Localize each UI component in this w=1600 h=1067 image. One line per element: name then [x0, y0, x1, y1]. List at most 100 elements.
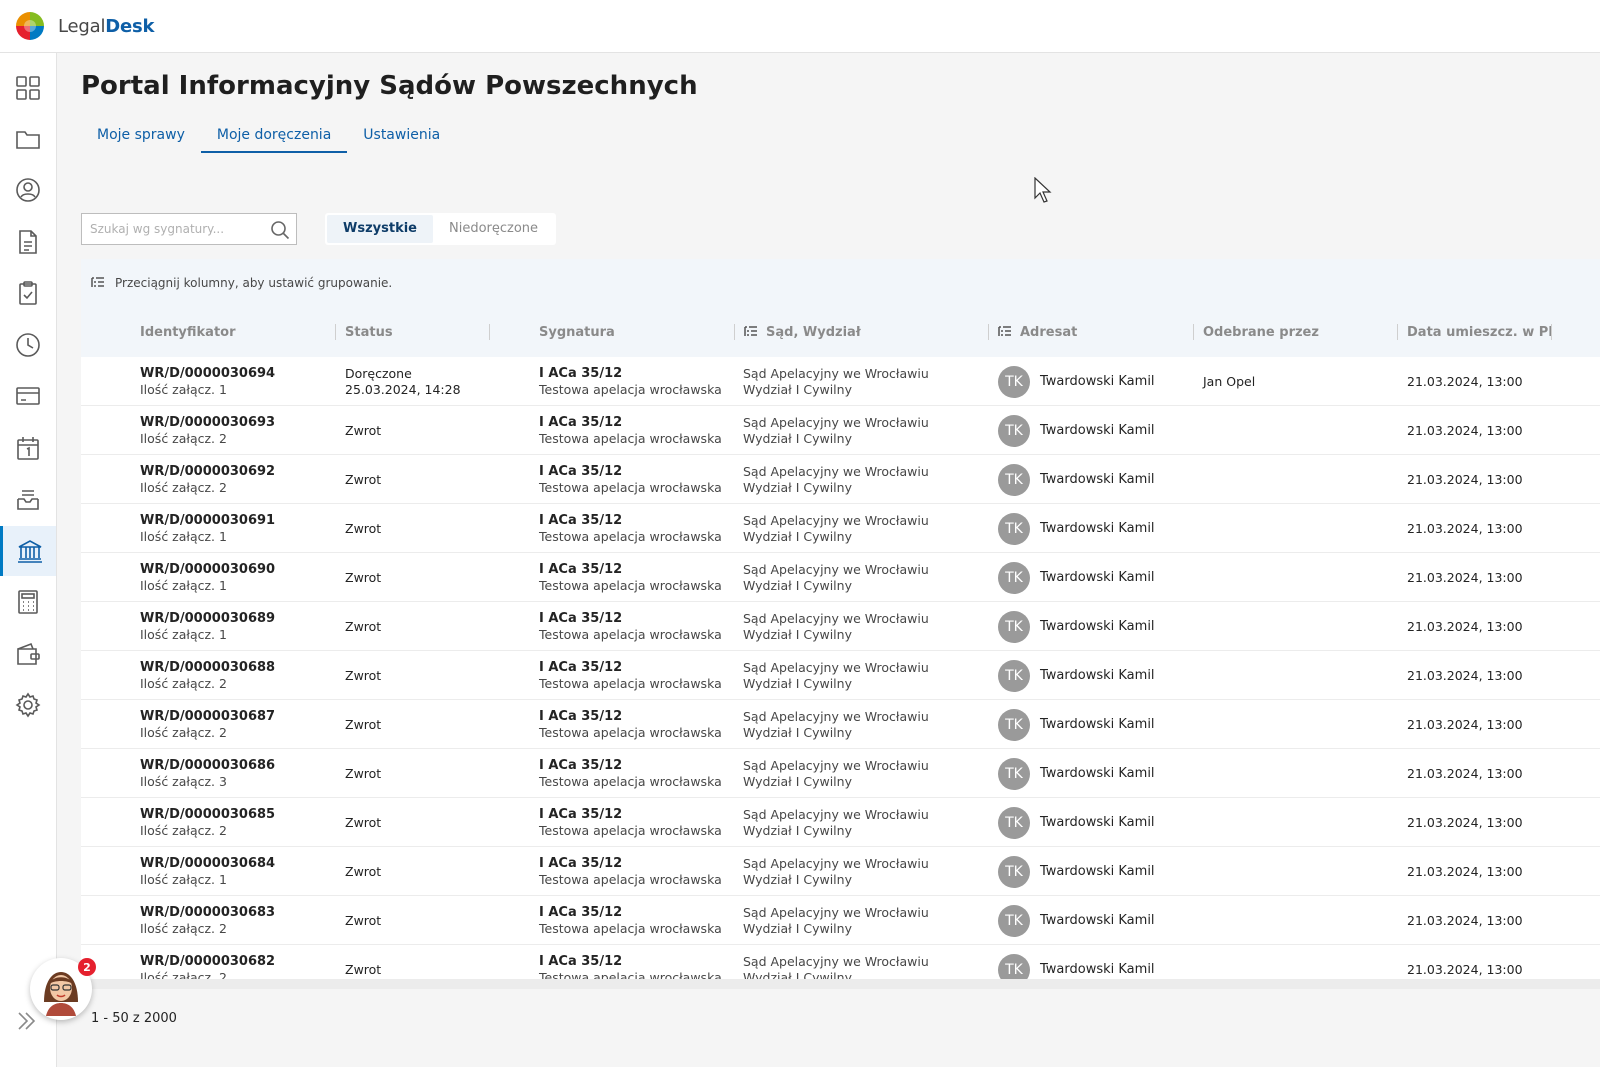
attachment-count: Ilość załącz. 2: [140, 920, 227, 936]
document-icon[interactable]: [0, 217, 56, 267]
dashboard-icon[interactable]: [0, 63, 56, 113]
table-row[interactable]: WR/D/0000030689 Ilość załącz. 1 Zwrot I ACa…: [81, 602, 1600, 651]
column-resize-handle[interactable]: [1397, 324, 1398, 340]
delivery-id[interactable]: WR/D/0000030687: [140, 709, 275, 725]
table-row[interactable]: WR/D/0000030693 Ilość załącz. 2 Zwrot I ACa…: [81, 406, 1600, 455]
cell-signature: I ACa 35/12 Testowa apelacja wrocławska: [539, 700, 722, 749]
column-resize-handle[interactable]: [1193, 324, 1194, 340]
delivery-id[interactable]: WR/D/0000030684: [140, 856, 275, 872]
grouped-column-icon: [998, 325, 1012, 339]
delivery-id[interactable]: WR/D/0000030694: [140, 366, 275, 382]
calculator-icon[interactable]: [0, 577, 56, 627]
grouped-column-icon: [744, 325, 758, 339]
cell-identifier: WR/D/0000030687 Ilość załącz. 2: [140, 700, 275, 749]
court-name: Sąd Apelacyjny we Wrocławiu: [743, 561, 929, 577]
column-header-received-by[interactable]: Odebrane przez: [1203, 307, 1319, 357]
cell-status: Zwrot: [345, 553, 381, 602]
column-resize-handle[interactable]: [489, 324, 490, 340]
avatar: TK: [998, 953, 1030, 979]
delivery-id[interactable]: WR/D/0000030682: [140, 954, 275, 970]
case-description: Testowa apelacja wrocławska: [539, 430, 722, 446]
delivery-id[interactable]: WR/D/0000030683: [140, 905, 275, 921]
column-header-signature[interactable]: Sygnatura: [539, 307, 615, 357]
court-department: Wydział I Cywilny: [743, 479, 852, 495]
delivery-id[interactable]: WR/D/0000030688: [140, 660, 275, 676]
grouping-panel[interactable]: Przeciągnij kolumny, aby ustawić grupowa…: [81, 259, 1600, 307]
filter-all-button[interactable]: Wszystkie: [327, 215, 433, 243]
inbox-icon[interactable]: [0, 474, 56, 524]
delivery-id[interactable]: WR/D/0000030685: [140, 807, 275, 823]
pager-info: 1 - 50 z 2000: [91, 1011, 177, 1026]
attachment-count: Ilość załącz. 2: [140, 822, 227, 838]
column-resize-handle[interactable]: [1551, 324, 1552, 340]
table-row[interactable]: WR/D/0000030692 Ilość załącz. 2 Zwrot I ACa…: [81, 455, 1600, 504]
column-header-id[interactable]: Identyfikator: [140, 307, 236, 357]
attachment-count: Ilość załącz. 1: [140, 577, 227, 593]
calendar-icon[interactable]: [0, 423, 56, 473]
tasks-icon[interactable]: [0, 268, 56, 318]
delivery-id[interactable]: WR/D/0000030692: [140, 464, 275, 480]
court-name: Sąd Apelacyjny we Wrocławiu: [743, 708, 929, 724]
search-icon[interactable]: [270, 220, 290, 240]
scroll-arrows-icon[interactable]: [521, 982, 529, 986]
deliveries-grid: Przeciągnij kolumny, aby ustawić grupowa…: [81, 259, 1600, 979]
folder-icon[interactable]: [0, 114, 56, 164]
clock-icon[interactable]: [0, 320, 56, 370]
avatar: TK: [998, 708, 1030, 741]
delivery-id[interactable]: WR/D/0000030690: [140, 562, 275, 578]
billing-card-icon[interactable]: [0, 371, 56, 421]
table-row[interactable]: WR/D/0000030694 Ilość załącz. 1 Doręczone 2…: [81, 357, 1600, 406]
posted-date: 21.03.2024, 13:00: [1407, 912, 1523, 928]
delivery-id[interactable]: WR/D/0000030686: [140, 758, 275, 774]
delivery-id[interactable]: WR/D/0000030689: [140, 611, 275, 627]
contacts-icon[interactable]: [0, 165, 56, 215]
settings-icon[interactable]: [0, 680, 56, 730]
search-input[interactable]: [82, 214, 262, 244]
cell-identifier: WR/D/0000030682 Ilość załącz. 2: [140, 945, 275, 980]
column-header-status[interactable]: Status: [345, 307, 393, 357]
cell-signature: I ACa 35/12 Testowa apelacja wrocławska: [539, 406, 722, 455]
assistant-avatar-button[interactable]: 2: [30, 958, 96, 1020]
cell-signature: I ACa 35/12 Testowa apelacja wrocławska: [539, 749, 722, 798]
table-row[interactable]: WR/D/0000030683 Ilość załącz. 2 Zwrot I ACa…: [81, 896, 1600, 945]
column-resize-handle[interactable]: [335, 324, 336, 340]
cell-addressee: TK Twardowski Kamil: [998, 406, 1155, 455]
avatar: TK: [998, 365, 1030, 398]
cell-identifier: WR/D/0000030688 Ilość załącz. 2: [140, 651, 275, 700]
posted-date: 21.03.2024, 13:00: [1407, 961, 1523, 977]
status-text: Zwrot: [345, 569, 382, 585]
table-row[interactable]: WR/D/0000030685 Ilość załącz. 2 Zwrot I ACa…: [81, 798, 1600, 847]
table-row[interactable]: WR/D/0000030690 Ilość załącz. 1 Zwrot I ACa…: [81, 553, 1600, 602]
table-row[interactable]: WR/D/0000030687 Ilość załącz. 2 Zwrot I ACa…: [81, 700, 1600, 749]
column-header-addressee[interactable]: Adresat: [998, 307, 1077, 357]
column-resize-handle[interactable]: [734, 324, 735, 340]
posted-date: 21.03.2024, 13:00: [1407, 814, 1523, 830]
table-row[interactable]: WR/D/0000030684 Ilość załącz. 1 Zwrot I ACa…: [81, 847, 1600, 896]
cell-court: Sąd Apelacyjny we Wrocławiu Wydział I Cyw…: [743, 357, 929, 406]
table-row[interactable]: WR/D/0000030688 Ilość załącz. 2 Zwrot I ACa…: [81, 651, 1600, 700]
court-name: Sąd Apelacyjny we Wrocławiu: [743, 610, 929, 626]
table-row[interactable]: WR/D/0000030691 Ilość załącz. 1 Zwrot I ACa…: [81, 504, 1600, 553]
tab-my-cases[interactable]: Moje sprawy: [81, 123, 201, 153]
column-header-posted-date[interactable]: Data umieszcz. w PI: [1407, 307, 1553, 357]
filter-undelivered-button[interactable]: Niedoręczone: [433, 215, 554, 243]
tab-settings[interactable]: Ustawienia: [347, 123, 456, 153]
table-row[interactable]: WR/D/0000030686 Ilość załącz. 3 Zwrot I ACa…: [81, 749, 1600, 798]
case-description: Testowa apelacja wrocławska: [539, 822, 722, 838]
case-description: Testowa apelacja wrocławska: [539, 969, 722, 980]
delivery-id[interactable]: WR/D/0000030693: [140, 415, 275, 431]
brand-name[interactable]: LegalDesk: [58, 16, 154, 37]
avatar: TK: [998, 757, 1030, 790]
tab-my-deliveries[interactable]: Moje doręczenia: [200, 123, 348, 153]
cell-received-by: Jan Opel: [1203, 357, 1255, 406]
court-name: Sąd Apelacyjny we Wrocławiu: [743, 757, 929, 773]
wallet-icon[interactable]: [0, 629, 56, 679]
column-resize-handle[interactable]: [988, 324, 989, 340]
court-icon[interactable]: [0, 526, 56, 576]
column-header-court[interactable]: Sąd, Wydział: [744, 307, 861, 357]
table-row[interactable]: WR/D/0000030682 Ilość załącz. 2 Zwrot I ACa…: [81, 945, 1600, 979]
status-text: Zwrot: [345, 520, 382, 536]
delivery-id[interactable]: WR/D/0000030691: [140, 513, 275, 529]
horizontal-scrollbar[interactable]: [81, 979, 1600, 989]
court-department: Wydział I Cywilny: [743, 920, 852, 936]
